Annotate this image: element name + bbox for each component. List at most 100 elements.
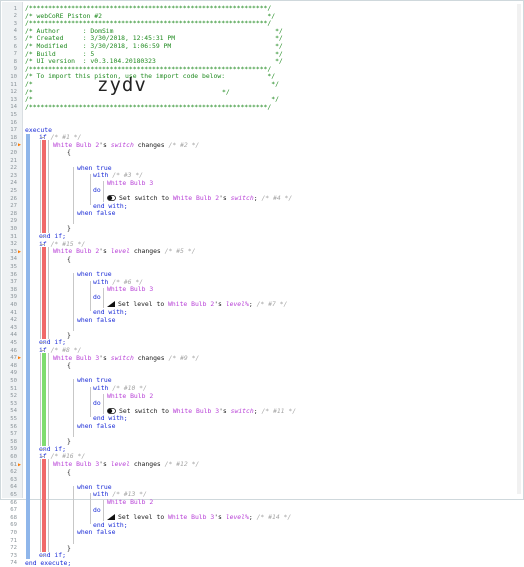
do-line: do <box>93 293 101 301</box>
brace: } <box>67 543 71 552</box>
possessive: 's <box>99 460 107 468</box>
line-number: 2 <box>13 13 17 20</box>
line-number: 44 <box>10 332 17 339</box>
target-device-line: White Bulb 2 <box>107 392 153 400</box>
collapse-toggle-icon[interactable]: ▶ <box>18 355 22 361</box>
collapse-toggle-icon[interactable]: ▶ <box>18 462 22 468</box>
line-number: 73 <box>10 552 17 559</box>
operator: changes <box>137 353 165 362</box>
statement-id: /* #4 */ <box>261 194 293 202</box>
operator: changes <box>133 460 161 468</box>
condition-line[interactable]: White Bulb 3's level changes /* #12 */ <box>53 460 199 468</box>
block-status-bar <box>42 246 46 340</box>
line-number: 31 <box>10 233 17 240</box>
target-device-line: White Bulb 2 <box>107 498 153 506</box>
do-keyword: do <box>93 186 101 195</box>
when-false-keyword: when false <box>77 528 116 537</box>
device-name: White Bulb 3 <box>168 513 215 522</box>
line-number: 19 <box>10 142 17 149</box>
line-number: 21 <box>10 157 17 164</box>
header-comment: /***************************************… <box>25 102 272 111</box>
line-number: 65 <box>10 492 17 498</box>
line-number: 29 <box>10 218 17 225</box>
brace-line: } <box>67 331 71 339</box>
line-number: 47 <box>10 355 17 362</box>
line-number: 18 <box>10 134 17 141</box>
line-number: 39 <box>10 294 17 301</box>
brace: { <box>67 148 71 157</box>
line-number: 4 <box>13 28 17 35</box>
line-number: 35 <box>10 264 17 270</box>
block-status-bar <box>42 353 46 446</box>
brace: } <box>67 437 71 446</box>
statement-id: /* #2 */ <box>168 140 200 149</box>
line-number: 66 <box>10 499 17 506</box>
statement-id: /* #9 */ <box>168 353 200 362</box>
line-number: 6 <box>13 43 17 50</box>
import-code: zydv <box>97 73 147 96</box>
device-name: White Bulb 2 <box>168 300 215 309</box>
brace-line: { <box>67 255 71 263</box>
device-name: White Bulb 3 <box>53 353 100 362</box>
possessive: 's <box>214 300 222 309</box>
when-false-line: when false <box>77 422 115 430</box>
target-device-line: White Bulb 3 <box>107 285 153 293</box>
line-number: 60 <box>10 454 17 460</box>
line-number: 17 <box>10 127 17 134</box>
vertical-scrollbar[interactable] <box>517 4 521 494</box>
block-guide-tick <box>40 456 45 458</box>
line-number: 54 <box>10 408 17 415</box>
line-number: 49 <box>10 370 17 377</box>
line-number: 38 <box>10 286 17 293</box>
brace: { <box>67 254 71 263</box>
line-number: 13 <box>10 96 17 103</box>
possessive: 's <box>99 140 107 149</box>
header-comment-line: /***************************************… <box>25 103 271 111</box>
block-guide-line <box>40 140 41 233</box>
line-number: 10 <box>10 74 17 80</box>
line-number: 71 <box>10 537 17 544</box>
line-number: 23 <box>10 172 17 179</box>
possessive: 's <box>219 406 227 415</box>
block-guide-tick <box>40 243 45 245</box>
line-number: 53 <box>10 400 17 407</box>
with-guide-line <box>90 174 91 205</box>
level-icon <box>107 301 115 308</box>
condition-line[interactable]: White Bulb 2's level changes /* #5 */ <box>53 247 195 255</box>
line-number: 43 <box>10 324 17 331</box>
brace: } <box>67 330 71 339</box>
collapse-toggle-icon[interactable]: ▶ <box>18 249 22 255</box>
execute-bar <box>26 133 30 559</box>
condition-line[interactable]: White Bulb 2's switch changes /* #2 */ <box>53 141 199 149</box>
block-guide-tick <box>40 137 45 139</box>
end-execute-line: end execute; <box>25 559 71 567</box>
condition-line[interactable]: White Bulb 3's switch changes /* #9 */ <box>53 354 199 362</box>
end-execute-keyword: end execute; <box>25 558 72 567</box>
task-line[interactable]: Set level to White Bulb 3's level%; /* #… <box>107 513 291 521</box>
task-line[interactable]: Set switch to White Bulb 3's switch; /* … <box>107 407 296 415</box>
block-guide-line <box>40 246 41 340</box>
line-number: 46 <box>10 347 17 354</box>
block-guide-tick <box>40 448 45 450</box>
with-guide-line <box>90 280 91 311</box>
task-line[interactable]: Set level to White Bulb 2's level%; /* #… <box>107 300 287 308</box>
collapse-toggle-icon[interactable]: ▶ <box>18 142 22 148</box>
block-guide-line <box>40 459 41 553</box>
block-guide-line <box>48 246 49 340</box>
line-number: 27 <box>10 203 17 210</box>
line-number: 51 <box>10 385 17 392</box>
line-number: 61 <box>10 461 17 468</box>
do-line: do <box>93 186 101 194</box>
do-keyword: do <box>93 505 101 514</box>
block-guide-line <box>48 353 49 446</box>
attribute-name: switch <box>230 194 254 202</box>
line-number: 30 <box>10 226 17 232</box>
piston-code-view: 1 2 3 4 5 6 7 8 9 10 11 12 13 14 15 16 17 18 19 ▶ 20 21 22 23 24… <box>0 0 524 567</box>
block-guide-tick <box>40 342 45 344</box>
task-line[interactable]: Set switch to White Bulb 2's switch; /* … <box>107 194 292 202</box>
block-guide-line <box>48 140 49 233</box>
attribute-name: level <box>110 247 130 256</box>
with-guide-line <box>90 387 91 418</box>
line-number: 64 <box>10 484 17 491</box>
device-name: White Bulb 3 <box>53 460 100 468</box>
